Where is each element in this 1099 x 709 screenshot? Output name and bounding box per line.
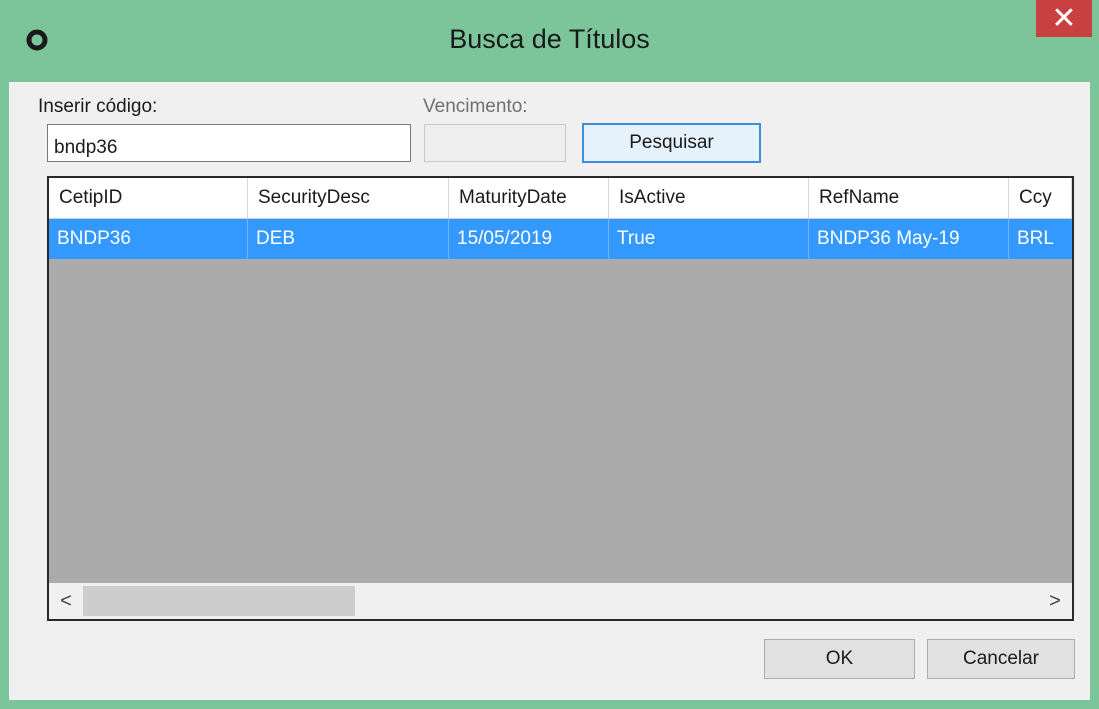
- cell-ccy: BRL: [1017, 228, 1054, 249]
- cell-isactive: True: [609, 219, 809, 259]
- column-header-cetipid[interactable]: CetipID: [49, 178, 248, 218]
- grid-header: CetipID SecurityDesc MaturityDate IsActi…: [49, 178, 1072, 219]
- horizontal-scrollbar[interactable]: < >: [49, 583, 1072, 619]
- cell-refname: BNDP36 May-19: [809, 219, 1009, 259]
- column-header-isactive[interactable]: IsActive: [609, 178, 809, 218]
- code-label: Inserir código:: [38, 96, 158, 117]
- dialog-body: Inserir código: Vencimento: Pesquisar Ce…: [9, 82, 1090, 700]
- scroll-right-icon[interactable]: >: [1038, 583, 1072, 619]
- code-input[interactable]: [47, 124, 411, 162]
- close-icon: ✕: [1051, 2, 1077, 35]
- close-button[interactable]: ✕: [1036, 0, 1092, 37]
- scroll-thumb[interactable]: [83, 586, 355, 616]
- ok-button[interactable]: OK: [764, 639, 915, 679]
- column-header-ccy[interactable]: Ccy: [1009, 178, 1072, 218]
- maturity-label: Vencimento:: [423, 96, 528, 117]
- results-grid[interactable]: CetipID SecurityDesc MaturityDate IsActi…: [47, 176, 1074, 621]
- table-row[interactable]: BNDP36 DEB 15/05/2019 True BNDP36 May-19…: [49, 219, 1072, 259]
- column-header-securitydesc[interactable]: SecurityDesc: [248, 178, 449, 218]
- cell-securitydesc: DEB: [248, 219, 449, 259]
- column-header-maturitydate[interactable]: MaturityDate: [449, 178, 609, 218]
- maturity-input[interactable]: [424, 124, 566, 162]
- scroll-left-icon[interactable]: <: [49, 583, 83, 619]
- cell-maturitydate: 15/05/2019: [449, 219, 609, 259]
- title-bar: Busca de Títulos ✕: [0, 0, 1099, 82]
- dialog-window: Busca de Títulos ✕ Inserir código: Venci…: [0, 0, 1099, 709]
- column-header-refname[interactable]: RefName: [809, 178, 1009, 218]
- cancel-button[interactable]: Cancelar: [927, 639, 1075, 679]
- window-title: Busca de Títulos: [449, 24, 650, 54]
- cell-cetipid: BNDP36: [49, 219, 248, 259]
- search-button[interactable]: Pesquisar: [582, 123, 761, 163]
